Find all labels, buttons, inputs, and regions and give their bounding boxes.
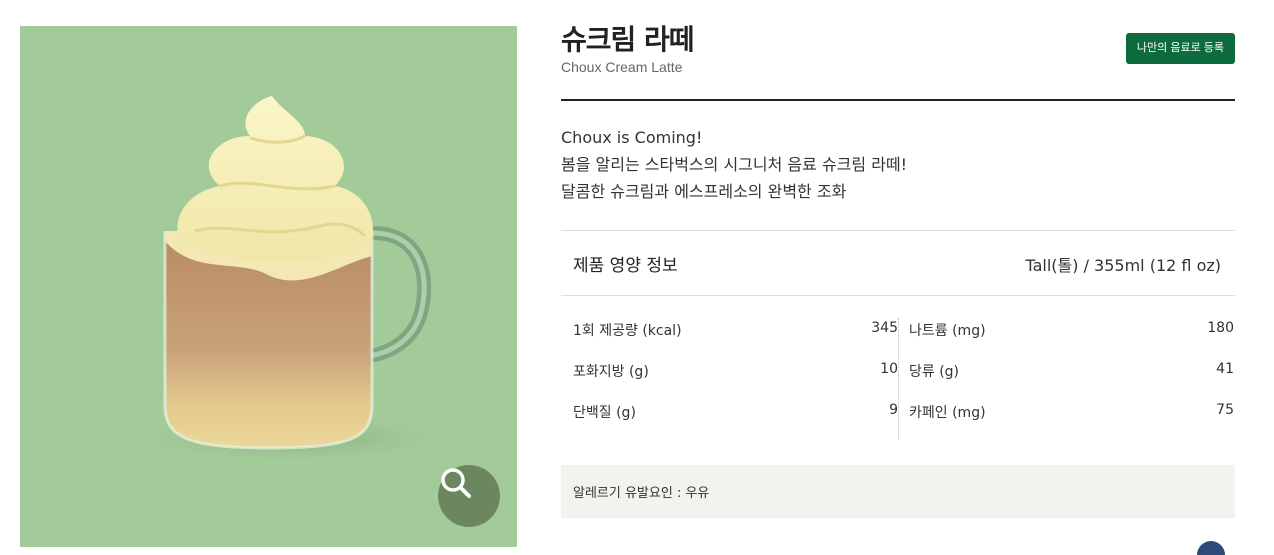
nutrition-value: 345	[871, 320, 898, 336]
nutrition-label: 단백질 (g)	[573, 405, 636, 421]
nutrition-label: 당류 (g)	[909, 364, 960, 380]
title-divider	[561, 99, 1235, 101]
nutrition-row: 나트륨 (mg) 180	[909, 310, 1234, 351]
nutrition-column-left: 1회 제공량 (kcal) 345 포화지방 (g) 10 단백질 (g) 9	[573, 310, 898, 433]
nutrition-value: 41	[1216, 361, 1234, 377]
product-image	[20, 26, 517, 547]
floating-button-partial[interactable]	[1197, 541, 1225, 555]
magnifier-icon	[441, 468, 471, 498]
nutrition-row: 1회 제공량 (kcal) 345	[573, 310, 898, 351]
nutrition-label: 1회 제공량 (kcal)	[573, 323, 682, 339]
nutrition-row: 단백질 (g) 9	[573, 392, 898, 433]
description-line: Choux is Coming!	[561, 128, 703, 147]
nutrition-value: 10	[880, 361, 898, 377]
nutrition-label: 카페인 (mg)	[909, 405, 986, 421]
nutrition-value: 75	[1216, 402, 1234, 418]
description-line: 봄을 알리는 스타벅스의 시그니처 음료 슈크림 라떼!	[561, 155, 908, 174]
nutrition-label: 포화지방 (g)	[573, 364, 649, 380]
description-line: 달콤한 슈크림과 에스프레소의 완벽한 조화	[561, 182, 847, 201]
allergy-info: 알레르기 유발요인 : 우유	[561, 465, 1235, 518]
product-description: Choux is Coming! 봄을 알리는 스타벅스의 시그니처 음료 슈크…	[561, 124, 907, 205]
nutrition-value: 180	[1207, 320, 1234, 336]
nutrition-column-right: 나트륨 (mg) 180 당류 (g) 41 카페인 (mg) 75	[909, 310, 1234, 433]
column-divider	[898, 318, 899, 440]
nutrition-row: 카페인 (mg) 75	[909, 392, 1234, 433]
product-english-name: Choux Cream Latte	[561, 59, 683, 75]
allergy-text: 알레르기 유발요인 : 우유	[573, 486, 710, 501]
nutrition-row: 당류 (g) 41	[909, 351, 1234, 392]
register-my-drink-button[interactable]: 나만의 음료로 등록	[1125, 33, 1235, 64]
nutrition-value: 9	[889, 402, 898, 418]
nutrition-row: 포화지방 (g) 10	[573, 351, 898, 392]
serving-size: Tall(톨) / 355ml (12 fl oz)	[1025, 256, 1221, 275]
nutrition-title: 제품 영양 정보	[573, 256, 678, 276]
product-title: 슈크림 라떼	[561, 23, 695, 56]
zoom-button[interactable]	[438, 465, 500, 527]
nutrition-table: 1회 제공량 (kcal) 345 포화지방 (g) 10 단백질 (g) 9 …	[561, 310, 1235, 440]
nutrition-header: 제품 영양 정보 Tall(톨) / 355ml (12 fl oz)	[561, 230, 1235, 296]
nutrition-label: 나트륨 (mg)	[909, 323, 986, 339]
